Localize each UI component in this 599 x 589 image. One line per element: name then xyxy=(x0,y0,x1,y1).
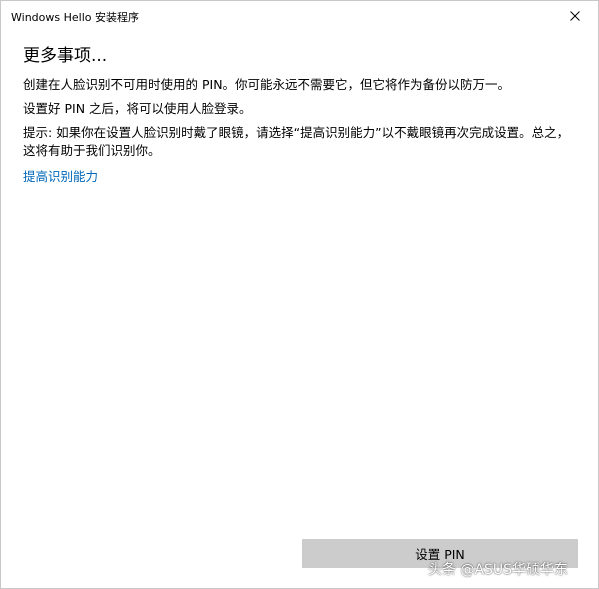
content-area: 更多事项... 创建在人脸识别不可用时使用的 PIN。你可能永远不需要它，但它将… xyxy=(23,45,579,186)
watermark-text: 头条 @ASUS华硕华东 xyxy=(428,562,569,578)
title-bar: Windows Hello 安装程序 xyxy=(1,1,598,31)
close-icon xyxy=(570,11,580,21)
page-heading: 更多事项... xyxy=(23,46,108,66)
tip-paragraph-glasses: 提示: 如果你在设置人脸识别时戴了眼镜，请选择“提高识别能力”以不戴眼镜再次完成… xyxy=(23,125,570,158)
improve-recognition-link[interactable]: 提高识别能力 xyxy=(23,168,98,186)
close-button[interactable] xyxy=(552,1,598,31)
setup-window: Windows Hello 安装程序 更多事项... 创建在人脸识别不可用时使用… xyxy=(0,0,599,589)
window-title: Windows Hello 安装程序 xyxy=(11,11,139,24)
info-paragraph-face-login: 设置好 PIN 之后，将可以使用人脸登录。 xyxy=(23,101,252,116)
info-paragraph-backup-pin: 创建在人脸识别不可用时使用的 PIN。你可能永远不需要它，但它将作为备份以防万一… xyxy=(23,77,511,92)
